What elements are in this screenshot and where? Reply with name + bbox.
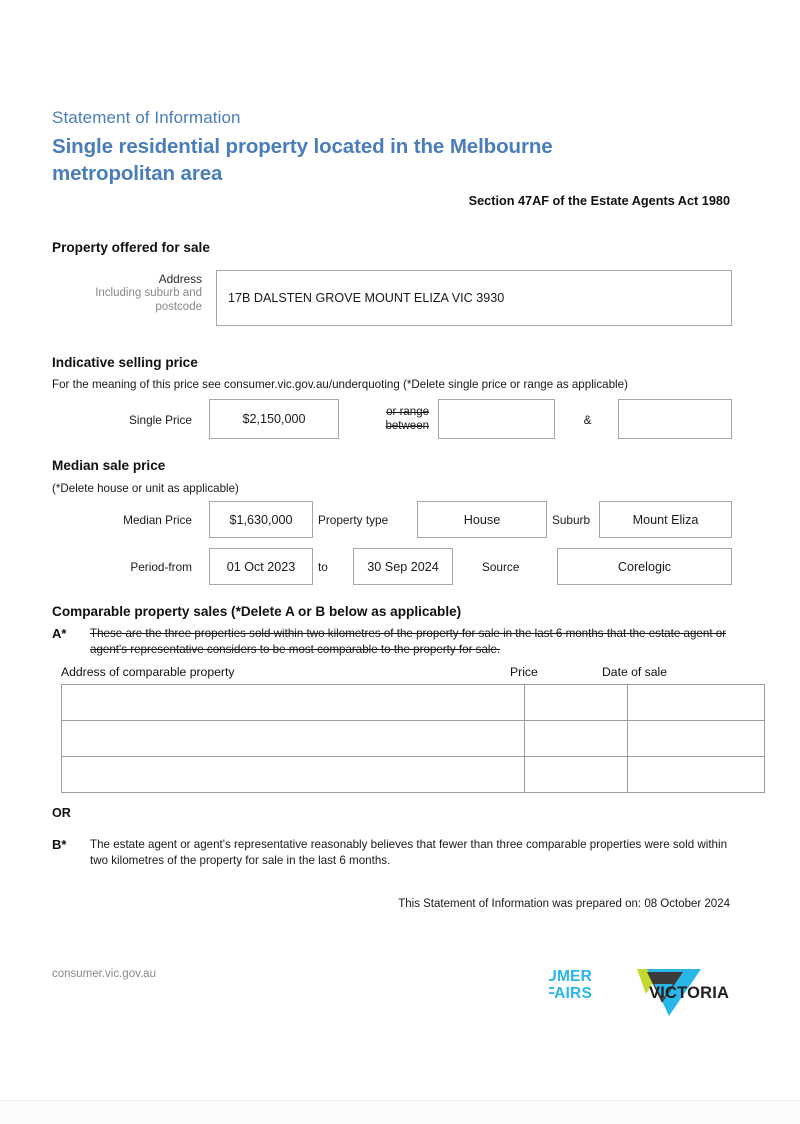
cell-price[interactable] (524, 720, 628, 757)
column-header-date: Date of sale (602, 665, 668, 679)
page-title: Single residential property located in t… (52, 135, 553, 185)
column-header-address: Address of comparable property (61, 665, 235, 679)
range-high-field[interactable] (618, 399, 732, 439)
cell-date[interactable] (627, 756, 765, 793)
table-row[interactable] (61, 684, 765, 721)
document-page: Statement of Information Single resident… (0, 0, 800, 1100)
option-b-marker: B* (52, 837, 67, 852)
source-field[interactable]: Corelogic (557, 548, 732, 585)
ampersand-label: & (583, 413, 592, 427)
single-price-field[interactable]: $2,150,000 (209, 399, 339, 439)
address-field[interactable]: 17B DALSTEN GROVE MOUNT ELIZA VIC 3930 (216, 270, 732, 326)
comparable-sales-table (61, 684, 765, 793)
column-header-price: Price (510, 665, 538, 679)
address-label: Address (158, 272, 202, 286)
or-range-label: or range between (367, 405, 429, 433)
cell-price[interactable] (524, 756, 628, 793)
median-price-note: (*Delete house or unit as applicable) (52, 482, 239, 495)
heading-comparable-sales: Comparable property sales (*Delete A or … (52, 604, 462, 619)
or-range-label-line2: between (385, 420, 429, 432)
logo-artwork: CONSUMER AFFAIRS VICTORIA (500, 968, 729, 1016)
option-b-text: The estate agent or agent's representati… (90, 838, 728, 867)
document-eyebrow: Statement of Information (52, 108, 241, 127)
cell-price[interactable] (524, 684, 628, 721)
section-reference: Section 47AF of the Estate Agents Act 19… (468, 194, 730, 208)
single-price-label: Single Price (129, 413, 192, 427)
property-type-field[interactable]: House (417, 501, 547, 538)
source-label: Source (482, 560, 520, 574)
cell-address[interactable] (61, 720, 525, 757)
heading-median-price: Median sale price (52, 458, 166, 473)
table-row[interactable] (61, 720, 765, 757)
median-price-field[interactable]: $1,630,000 (209, 501, 313, 538)
page-bottom-edge (0, 1100, 800, 1124)
period-from-field[interactable]: 01 Oct 2023 (209, 548, 313, 585)
or-range-label-line1: or range (386, 406, 429, 418)
suburb-field[interactable]: Mount Eliza (599, 501, 732, 538)
period-from-label: Period-from (130, 560, 192, 574)
heading-indicative-price: Indicative selling price (52, 355, 198, 370)
heading-property-offered: Property offered for sale (52, 240, 210, 255)
period-to-label: to (318, 560, 328, 574)
footer-url[interactable]: consumer.vic.gov.au (52, 968, 156, 980)
or-separator-label: OR (52, 806, 71, 820)
logo-text-victoria: VICTORIA (649, 984, 729, 1002)
logo-text-consumer: CONSUMER (549, 968, 592, 985)
range-low-field[interactable] (438, 399, 555, 439)
address-label-group: Address Including suburb and postcode (52, 272, 202, 313)
period-to-field[interactable]: 30 Sep 2024 (353, 548, 453, 585)
indicative-price-note: For the meaning of this price see consum… (52, 378, 628, 391)
consumer-affairs-victoria-logo: CONSUMER AFFAIRS VICTORIA (500, 960, 734, 1018)
prepared-on-text: This Statement of Information was prepar… (398, 898, 730, 910)
property-type-label: Property type (318, 513, 389, 527)
cell-date[interactable] (627, 720, 765, 757)
cell-address[interactable] (61, 684, 525, 721)
option-a-text: These are the three properties sold with… (90, 627, 727, 656)
logo-text-affairs: AFFAIRS (549, 985, 592, 1002)
option-a-marker: A* (52, 626, 67, 641)
cell-address[interactable] (61, 756, 525, 793)
suburb-label: Suburb (552, 513, 591, 527)
cell-date[interactable] (627, 684, 765, 721)
median-price-label: Median Price (123, 513, 192, 527)
table-row[interactable] (61, 756, 765, 793)
address-sublabel: Including suburb and postcode (95, 287, 202, 313)
